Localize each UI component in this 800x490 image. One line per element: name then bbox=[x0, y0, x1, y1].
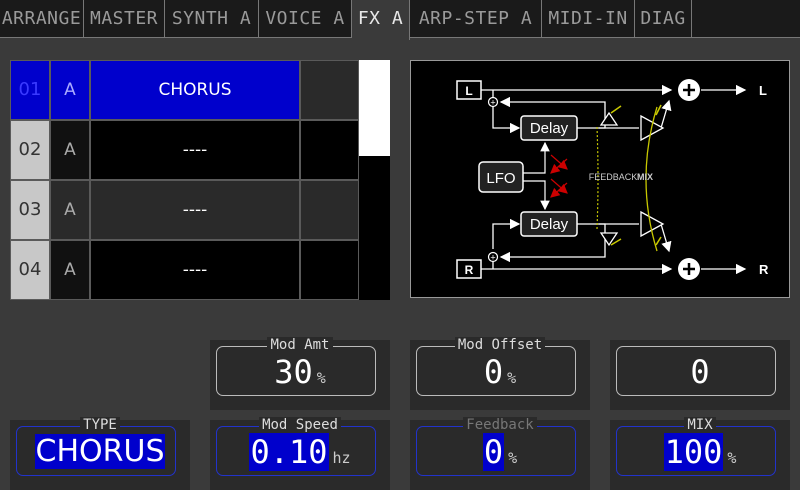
extra-param-value: 0 bbox=[690, 353, 710, 391]
slot-effect-name: ---- bbox=[90, 180, 300, 240]
mod-amt-control[interactable]: Mod Amt 30% bbox=[210, 337, 390, 410]
mod-speed-label-wrap: Mod Speed bbox=[210, 417, 390, 433]
input-l-label: L bbox=[465, 84, 472, 98]
slot-extra bbox=[300, 60, 359, 120]
slot-extra bbox=[300, 240, 359, 300]
slot-bank: A bbox=[50, 180, 90, 240]
mod-offset-label-wrap: Mod Offset bbox=[410, 337, 590, 353]
input-r-label: R bbox=[465, 263, 474, 277]
input-l-box: L bbox=[456, 80, 482, 100]
output-sum-top-icon bbox=[678, 79, 700, 101]
delay-top-block: Delay bbox=[520, 115, 578, 141]
plus-icon: + bbox=[490, 253, 495, 263]
feedback-knob-indicator bbox=[610, 105, 622, 114]
tab-fx-a[interactable]: FX A bbox=[352, 0, 410, 40]
extra-param-control[interactable]: 0 bbox=[610, 340, 790, 410]
tab-synth-a[interactable]: SYNTH A bbox=[165, 0, 259, 38]
extra-param-value-wrap: 0 bbox=[610, 354, 790, 390]
chorus-signal-diagram: L R + + Delay Delay LFO FEEDBACK MIX L R bbox=[410, 60, 790, 298]
mix-value: 100 bbox=[663, 433, 724, 471]
output-r-label: R bbox=[759, 262, 769, 277]
feedback-label: FEEDBACK bbox=[589, 172, 638, 182]
slot-effect-name: ---- bbox=[90, 120, 300, 180]
type-label: TYPE bbox=[80, 417, 120, 433]
mod-offset-value-wrap: 0% bbox=[410, 354, 590, 396]
output-l-label: L bbox=[759, 83, 767, 98]
scrollbar-thumb[interactable] bbox=[359, 60, 390, 156]
tab-arrange[interactable]: ARRANGE bbox=[0, 0, 84, 38]
input-r-box: R bbox=[456, 259, 482, 279]
mod-offset-value: 0 bbox=[483, 353, 504, 391]
mod-speed-unit: hz bbox=[332, 449, 351, 467]
slot-number: 03 bbox=[10, 180, 50, 240]
delay-top-label: Delay bbox=[530, 120, 569, 137]
mix-unit: % bbox=[727, 449, 737, 467]
feedback-param-label: Feedback bbox=[463, 417, 537, 433]
slot-effect-name: CHORUS bbox=[90, 60, 300, 120]
mix-value-wrap: 100% bbox=[610, 433, 790, 476]
feedback-unit: % bbox=[508, 449, 518, 467]
slot-extra bbox=[300, 120, 359, 180]
mod-amt-value-wrap: 30% bbox=[210, 354, 390, 396]
type-value: CHORUS bbox=[34, 434, 166, 469]
tab-midi-in[interactable]: MIDI-IN bbox=[542, 0, 635, 38]
mod-amt-label-wrap: Mod Amt bbox=[210, 337, 390, 353]
mod-amt-label: Mod Amt bbox=[267, 337, 333, 353]
mod-speed-value: 0.10 bbox=[249, 433, 329, 471]
mod-amt-value: 30 bbox=[274, 353, 313, 391]
slot-number: 01 bbox=[10, 60, 50, 120]
output-sum-bottom-icon bbox=[678, 258, 700, 280]
lfo-block: LFO bbox=[478, 161, 524, 193]
type-value-wrap: CHORUS bbox=[10, 434, 190, 470]
slot-number: 02 bbox=[10, 120, 50, 180]
tab-voice-a[interactable]: VOICE A bbox=[259, 0, 352, 38]
mod-offset-unit: % bbox=[507, 369, 517, 387]
slot-bank: A bbox=[50, 240, 90, 300]
feedback-value-wrap: 0% bbox=[410, 433, 590, 476]
plus-icon: + bbox=[490, 98, 495, 108]
mod-amt-unit: % bbox=[316, 369, 326, 387]
tab-diag[interactable]: DIAG bbox=[635, 0, 692, 38]
mod-arrows-icon bbox=[550, 154, 568, 198]
delay-bottom-block: Delay bbox=[520, 211, 578, 237]
slot-scrollbar[interactable] bbox=[359, 60, 390, 300]
mod-offset-label: Mod Offset bbox=[454, 337, 546, 353]
slot-extra bbox=[300, 180, 359, 240]
type-label-wrap: TYPE bbox=[10, 417, 190, 433]
tab-master[interactable]: MASTER bbox=[84, 0, 165, 38]
feedback-top-triangle-icon bbox=[599, 111, 619, 126]
feedback-value: 0 bbox=[482, 433, 505, 471]
feedback-label-wrap: Feedback bbox=[410, 417, 590, 433]
delay-bottom-label: Delay bbox=[530, 216, 569, 233]
mod-speed-label: Mod Speed bbox=[259, 417, 341, 433]
mix-knob-indicator bbox=[655, 236, 662, 246]
tab-arp-step-a[interactable]: ARP-STEP A bbox=[410, 0, 542, 38]
slot-number: 04 bbox=[10, 240, 50, 300]
tab-bar-filler bbox=[692, 0, 800, 38]
slot-effect-name: ---- bbox=[90, 240, 300, 300]
tab-bar: ARRANGE MASTER SYNTH A VOICE A FX A ARP-… bbox=[0, 0, 800, 40]
mod-offset-control[interactable]: Mod Offset 0% bbox=[410, 337, 590, 410]
slot-bank: A bbox=[50, 60, 90, 120]
lfo-label: LFO bbox=[486, 170, 515, 187]
mod-speed-value-wrap: 0.10 hz bbox=[210, 433, 390, 476]
slot-bank: A bbox=[50, 120, 90, 180]
mix-label: MIX bbox=[637, 172, 653, 182]
mix-param-label: MIX bbox=[684, 417, 716, 433]
mix-label-wrap: MIX bbox=[610, 417, 790, 433]
